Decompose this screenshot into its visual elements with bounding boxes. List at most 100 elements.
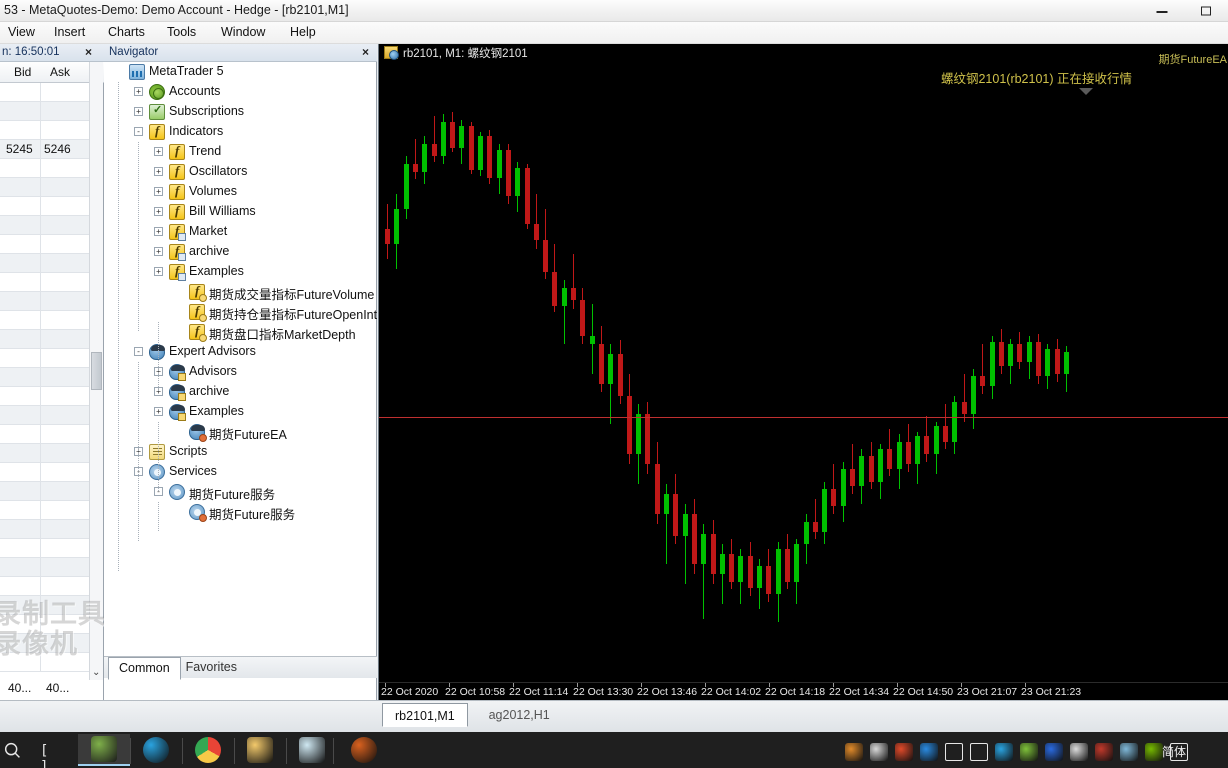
market-watch-row[interactable] — [0, 577, 90, 596]
market-watch-row[interactable] — [0, 197, 90, 216]
taskbar-chrome-app[interactable] — [182, 734, 234, 766]
market-watch-row[interactable] — [0, 83, 90, 102]
search-icon[interactable] — [2, 740, 24, 762]
tree-node[interactable]: 期货Future服务 — [104, 502, 377, 522]
taskbar-metatrader-app[interactable] — [78, 734, 130, 766]
expand-icon[interactable]: + — [134, 87, 143, 96]
tree-node[interactable]: 期货成交量指标FutureVolume — [104, 282, 377, 302]
market-watch-row[interactable] — [0, 444, 90, 463]
close-icon[interactable]: × — [362, 45, 369, 59]
tray-blue-icon[interactable] — [920, 743, 938, 761]
taskbar-ninja-app[interactable] — [338, 734, 390, 766]
taskbar-notepad-app[interactable] — [286, 734, 338, 766]
tree-node[interactable]: -期货Future服务 — [104, 482, 377, 502]
market-watch-row[interactable] — [0, 292, 90, 311]
market-watch-row[interactable] — [0, 159, 90, 178]
market-watch-row[interactable] — [0, 387, 90, 406]
wifi-icon[interactable] — [970, 743, 988, 761]
tree-node[interactable]: + Examples — [104, 262, 377, 282]
market-watch-row[interactable] — [0, 539, 90, 558]
market-watch-row[interactable] — [0, 178, 90, 197]
scrollbar-thumb[interactable] — [91, 352, 102, 390]
expand-icon[interactable]: + — [154, 207, 163, 216]
expand-icon[interactable]: + — [154, 247, 163, 256]
tree-node[interactable]: + Market — [104, 222, 377, 242]
collapse-icon[interactable]: - — [134, 347, 143, 356]
task-view-icon[interactable]: [ ] — [40, 743, 62, 768]
scroll-down-icon[interactable]: ⌄ — [92, 667, 100, 678]
market-watch-row[interactable] — [0, 273, 90, 292]
market-watch-row[interactable] — [0, 425, 90, 444]
expand-icon[interactable]: + — [134, 107, 143, 116]
market-watch-row[interactable]: 5245 5246 — [0, 140, 90, 159]
menu-item-tools[interactable]: Tools — [165, 25, 198, 39]
shield-alert-icon[interactable] — [1095, 743, 1113, 761]
chart-tab-ag2012-h1[interactable]: ag2012,H1 — [477, 703, 562, 727]
tree-node[interactable]: + Bill Williams — [104, 202, 377, 222]
market-watch-row[interactable] — [0, 254, 90, 273]
maximize-button[interactable] — [1184, 0, 1228, 21]
collapse-icon[interactable]: - — [134, 127, 143, 136]
tree-node[interactable]: +archive — [104, 242, 377, 262]
market-watch-row[interactable] — [0, 596, 90, 615]
tree-node[interactable]: + Volumes — [104, 182, 377, 202]
tree-node[interactable]: MetaTrader 5 — [104, 62, 377, 82]
onedrive-icon[interactable] — [995, 743, 1013, 761]
market-watch-row[interactable] — [0, 634, 90, 653]
tree-node[interactable]: 期货持仓量指标FutureOpenInterest — [104, 302, 377, 322]
taskbar-file-explorer-app[interactable] — [234, 734, 286, 766]
menu-item-insert[interactable]: Insert — [52, 25, 87, 39]
tree-node[interactable]: - Indicators — [104, 122, 377, 142]
menu-item-charts[interactable]: Charts — [106, 25, 147, 39]
close-icon[interactable]: × — [85, 45, 92, 59]
tree-node[interactable]: +archive — [104, 382, 377, 402]
market-watch-row[interactable] — [0, 653, 90, 672]
tree-node[interactable]: 期货盘口指标MarketDepth — [104, 322, 377, 342]
market-watch-row[interactable] — [0, 330, 90, 349]
tray-cup-icon[interactable] — [870, 743, 888, 761]
taskbar-telegram-app[interactable] — [130, 734, 182, 766]
tree-node[interactable]: + Subscriptions — [104, 102, 377, 122]
market-watch-scrollbar[interactable]: ⌄ — [89, 62, 103, 680]
tree-node[interactable]: 期货FutureEA — [104, 422, 377, 442]
tray-orange-icon[interactable] — [845, 743, 863, 761]
expand-icon[interactable]: + — [154, 167, 163, 176]
flag-icon[interactable] — [1070, 743, 1088, 761]
tree-node[interactable]: -Services — [104, 462, 377, 482]
expand-icon[interactable]: + — [154, 267, 163, 276]
tree-node[interactable]: +Advisors — [104, 362, 377, 382]
tree-node[interactable]: + Trend — [104, 142, 377, 162]
bluetooth-icon[interactable] — [1045, 743, 1063, 761]
market-watch-row[interactable] — [0, 501, 90, 520]
chart-tab-rb2101-m1[interactable]: rb2101,M1 — [382, 703, 468, 727]
network-icon[interactable] — [1120, 743, 1138, 761]
market-watch-row[interactable] — [0, 121, 90, 140]
tree-node[interactable]: + Examples — [104, 402, 377, 422]
minimize-button[interactable] — [1140, 0, 1184, 21]
menu-item-help[interactable]: Help — [288, 25, 318, 39]
tree-node[interactable]: - Expert Advisors — [104, 342, 377, 362]
menu-item-window[interactable]: Window — [219, 25, 267, 39]
column-header-ask[interactable]: Ask — [50, 65, 70, 79]
ime-indicator[interactable]: 简体 — [1162, 743, 1186, 760]
market-watch-row[interactable] — [0, 406, 90, 425]
market-watch-row[interactable] — [0, 102, 90, 121]
navigator-tab-common[interactable]: Common — [108, 657, 181, 680]
market-watch-row[interactable] — [0, 520, 90, 539]
expand-icon[interactable]: + — [154, 407, 163, 416]
menu-item-view[interactable]: View — [6, 25, 37, 39]
expand-icon[interactable]: + — [154, 187, 163, 196]
tray-red-icon[interactable] — [895, 743, 913, 761]
tree-node[interactable]: + Oscillators — [104, 162, 377, 182]
market-watch-row[interactable] — [0, 216, 90, 235]
market-watch-row[interactable] — [0, 615, 90, 634]
market-watch-row[interactable] — [0, 349, 90, 368]
green-globe-icon[interactable] — [1020, 743, 1038, 761]
column-header-bid[interactable]: Bid — [14, 65, 31, 79]
navigator-tab-favorites[interactable]: Favorites — [176, 657, 247, 679]
tree-node[interactable]: +Scripts — [104, 442, 377, 462]
market-watch-row[interactable] — [0, 558, 90, 577]
nvidia-icon[interactable] — [1145, 743, 1163, 761]
market-watch-row[interactable] — [0, 463, 90, 482]
market-watch-row[interactable] — [0, 482, 90, 501]
